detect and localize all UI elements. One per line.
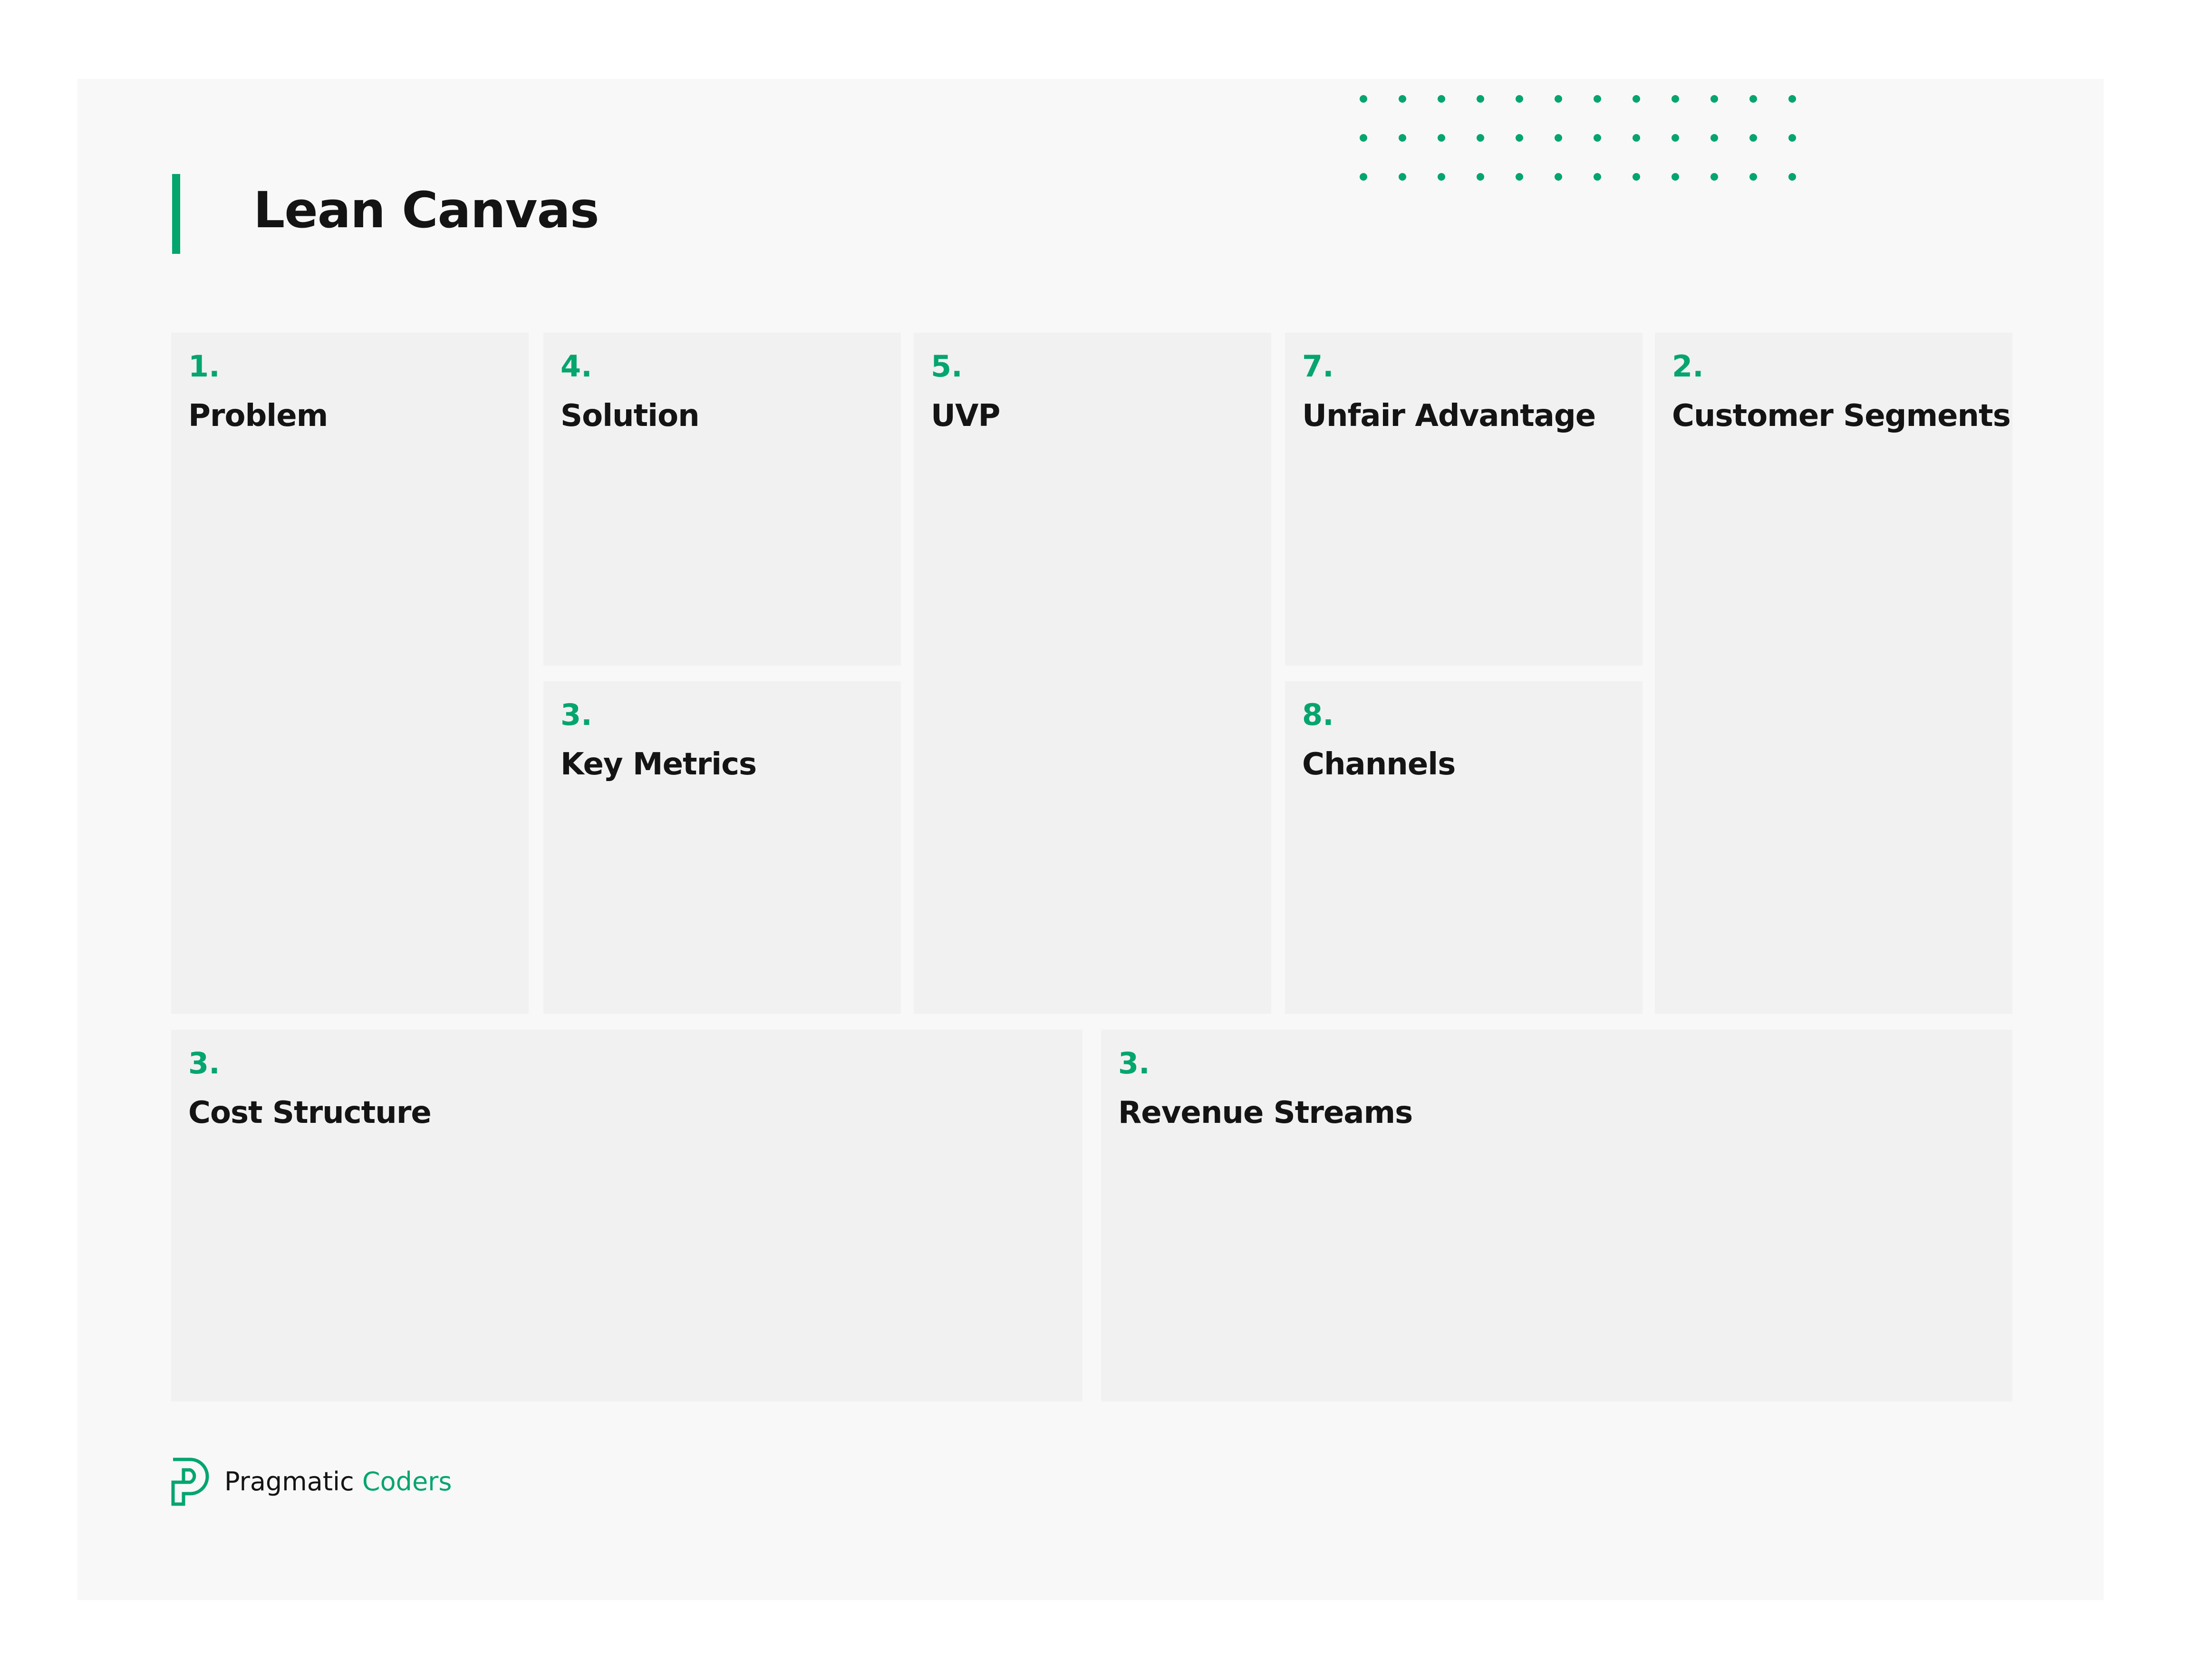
brand-name-second: Coders xyxy=(362,1467,452,1497)
block-number: 3. xyxy=(560,697,592,732)
brand-name: Pragmatic Coders xyxy=(224,1469,452,1495)
dot-icon xyxy=(1477,134,1484,142)
block-label: Channels xyxy=(1302,747,1456,782)
dot-icon xyxy=(1594,134,1601,142)
block-channels: 8. Channels xyxy=(1285,681,1643,1014)
dot-icon xyxy=(1399,134,1406,142)
dot-icon xyxy=(1749,134,1757,142)
page-title: Lean Canvas xyxy=(253,181,599,239)
dot-icon xyxy=(1438,173,1445,181)
dot-icon xyxy=(1594,95,1601,103)
block-number: 3. xyxy=(188,1046,220,1081)
dot-icon xyxy=(1438,95,1445,103)
block-number: 3. xyxy=(1118,1046,1150,1081)
block-number: 5. xyxy=(931,349,963,384)
dot-icon xyxy=(1594,173,1601,181)
title-accent-bar xyxy=(172,174,180,254)
dot-icon xyxy=(1633,134,1640,142)
dot-icon xyxy=(1399,95,1406,103)
dot-icon xyxy=(1555,95,1562,103)
block-number: 8. xyxy=(1302,697,1334,732)
block-problem: 1. Problem xyxy=(171,333,529,1014)
block-label: Problem xyxy=(188,398,328,434)
dot-icon xyxy=(1477,173,1484,181)
block-label: Customer Segments xyxy=(1672,398,2011,434)
dot-icon xyxy=(1516,134,1523,142)
dot-icon xyxy=(1672,95,1679,103)
dot-icon xyxy=(1710,134,1718,142)
block-number: 1. xyxy=(188,349,220,384)
block-number: 7. xyxy=(1302,349,1334,384)
dot-icon xyxy=(1672,173,1679,181)
dot-icon xyxy=(1516,95,1523,103)
block-unfair-advantage: 7. Unfair Advantage xyxy=(1285,333,1643,666)
block-label: Revenue Streams xyxy=(1118,1095,1413,1130)
dot-icon xyxy=(1710,173,1718,181)
block-solution: 4. Solution xyxy=(543,333,901,666)
dot-icon xyxy=(1788,134,1796,142)
dot-icon xyxy=(1788,173,1796,181)
block-label: Key Metrics xyxy=(560,747,757,782)
dot-icon xyxy=(1516,173,1523,181)
dot-icon xyxy=(1399,173,1406,181)
dot-icon xyxy=(1360,134,1367,142)
dot-icon xyxy=(1438,134,1445,142)
dot-icon xyxy=(1788,95,1796,103)
dot-icon xyxy=(1749,173,1757,181)
block-cost-structure: 3. Cost Structure xyxy=(171,1030,1082,1401)
dot-icon xyxy=(1477,95,1484,103)
block-uvp: 5. UVP xyxy=(914,333,1271,1014)
brand-name-first: Pragmatic xyxy=(224,1467,354,1497)
dot-icon xyxy=(1360,173,1367,181)
dot-icon xyxy=(1555,134,1562,142)
dot-icon xyxy=(1672,134,1679,142)
dot-icon xyxy=(1555,173,1562,181)
block-label: Unfair Advantage xyxy=(1302,398,1596,434)
block-label: Solution xyxy=(560,398,700,434)
block-customer-segments: 2. Customer Segments xyxy=(1655,333,2012,1014)
brand-logo: Pragmatic Coders xyxy=(171,1458,452,1506)
dot-icon xyxy=(1633,173,1640,181)
block-number: 4. xyxy=(560,349,592,384)
dot-grid-decoration xyxy=(1360,95,1796,181)
block-revenue-streams: 3. Revenue Streams xyxy=(1101,1030,2012,1401)
dot-icon xyxy=(1749,95,1757,103)
block-label: UVP xyxy=(931,398,1000,434)
block-label: Cost Structure xyxy=(188,1095,432,1130)
block-number: 2. xyxy=(1672,349,1704,384)
dot-icon xyxy=(1360,95,1367,103)
dot-icon xyxy=(1710,95,1718,103)
pragmatic-coders-logo-icon xyxy=(171,1458,209,1506)
dot-icon xyxy=(1633,95,1640,103)
block-key-metrics: 3. Key Metrics xyxy=(543,681,901,1014)
